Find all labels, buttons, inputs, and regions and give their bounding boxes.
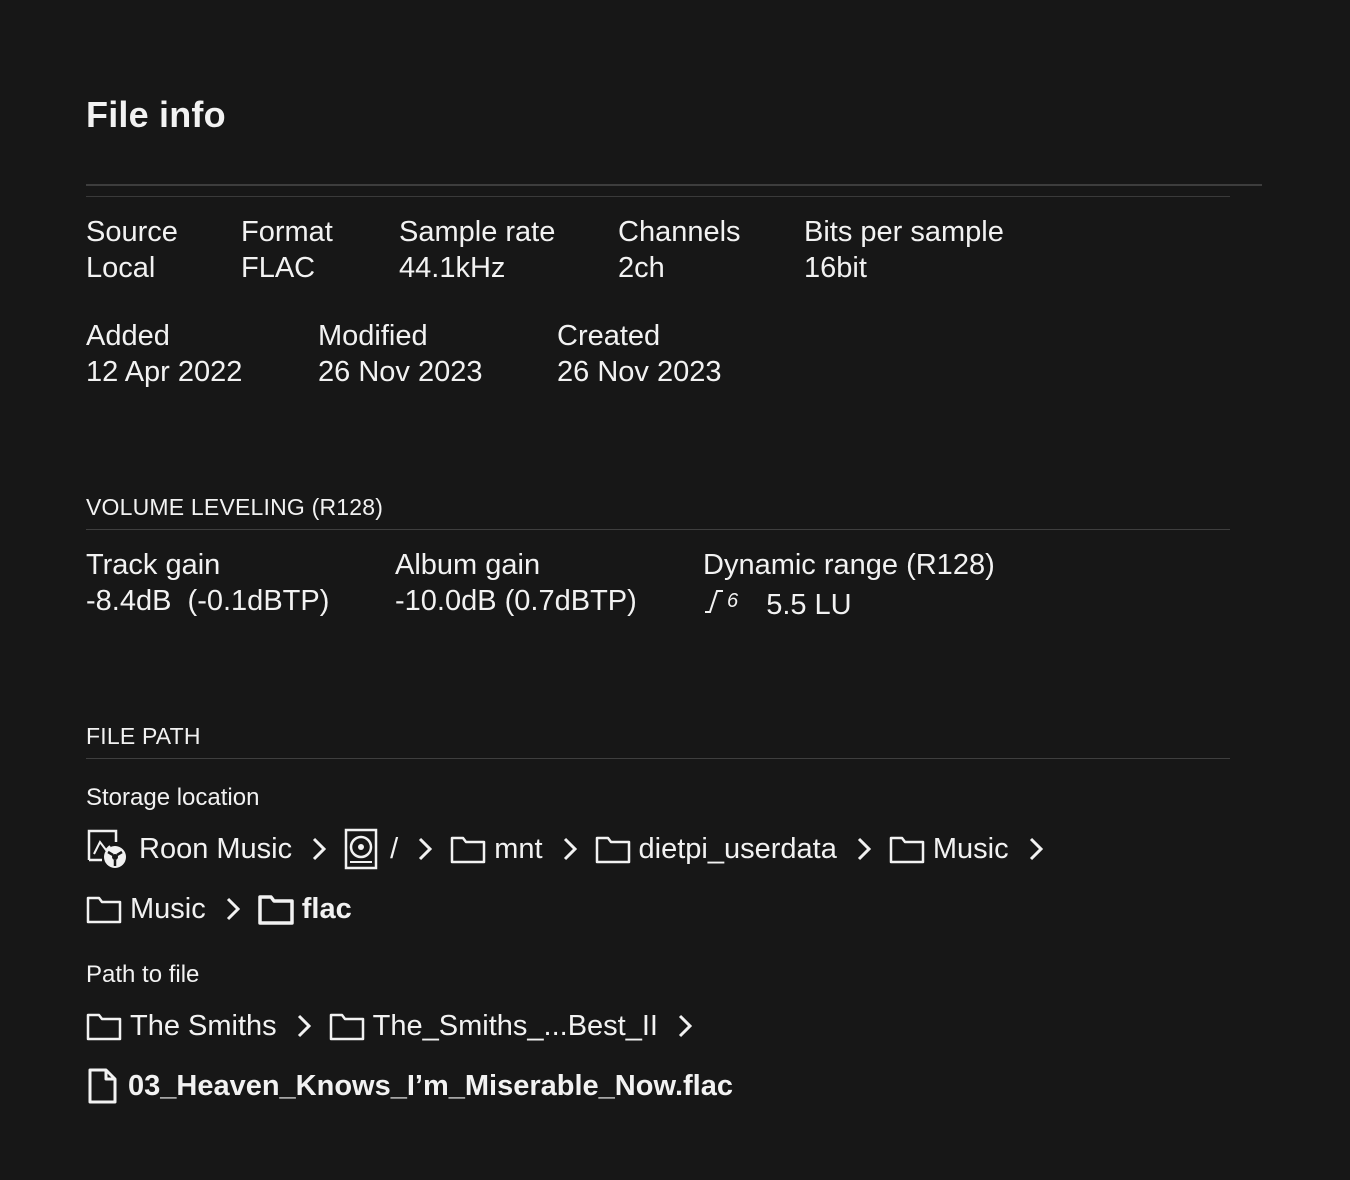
- title-divider: [86, 184, 1262, 186]
- chevron-right-icon: [857, 837, 871, 861]
- sample-rate-label: Sample rate: [399, 216, 556, 248]
- modified-label: Modified: [318, 320, 428, 352]
- crumb-root-drive[interactable]: /: [344, 828, 398, 870]
- folder-icon: [257, 893, 294, 925]
- volume-divider: [86, 529, 1230, 530]
- track-gain-value: -8.4dB (-0.1dBTP): [86, 585, 330, 617]
- channels-value: 2ch: [618, 252, 665, 284]
- bits-per-sample-value: 16bit: [804, 252, 867, 284]
- page-title: File info: [86, 94, 226, 135]
- modified-value: 26 Nov 2023: [318, 356, 483, 388]
- file-icon: [86, 1068, 118, 1104]
- chevron-right-icon: [297, 1014, 311, 1038]
- storage-breadcrumb-row-1: Roon Music / mnt dietpi_userdata Music: [86, 828, 1061, 870]
- chevron-right-icon: [1029, 837, 1043, 861]
- storage-breadcrumb-row-2: Music flac: [86, 888, 352, 930]
- format-value: FLAC: [241, 252, 316, 284]
- crumb-music[interactable]: Music: [889, 833, 1009, 866]
- crumb-label: Music: [130, 892, 206, 925]
- file-row: 03_Heaven_Knows_I’m_Miserable_Now.flac: [86, 1065, 733, 1107]
- folder-icon: [450, 834, 486, 864]
- file-name: 03_Heaven_Knows_I’m_Miserable_Now.flac: [128, 1069, 733, 1102]
- crumb-label: Roon Music: [139, 832, 293, 865]
- modified-field: Modified 26 Nov 2023: [318, 318, 482, 390]
- created-value: 26 Nov 2023: [557, 356, 722, 388]
- album-gain-field: Album gain -10.0dB (0.7dBTP): [395, 547, 637, 619]
- dynamic-range-row: 6 5.5 LU: [703, 583, 995, 623]
- channels-field: Channels 2ch: [618, 214, 741, 286]
- bits-per-sample-field: Bits per sample 16bit: [804, 214, 1004, 286]
- crumb-flac[interactable]: flac: [257, 892, 352, 926]
- drive-icon: [344, 828, 378, 870]
- dynamic-range-icon: 6: [703, 583, 738, 619]
- chevron-right-icon: [563, 837, 577, 861]
- path-to-file-label: Path to file: [86, 961, 200, 988]
- dynamic-range-label: Dynamic range (R128): [703, 549, 995, 581]
- crumb-label: mnt: [494, 832, 543, 865]
- crumb-music-2[interactable]: Music: [86, 893, 206, 926]
- album-gain-value: -10.0dB (0.7dBTP): [395, 585, 637, 617]
- dynamic-range-icon-digit: 6: [727, 590, 739, 612]
- crumb-label: /: [390, 832, 399, 865]
- crumb-label: flac: [301, 892, 352, 925]
- added-field: Added 12 Apr 2022: [86, 318, 242, 390]
- file-path-divider: [86, 758, 1230, 759]
- crumb-label: The_Smiths_...Best_II: [372, 1009, 658, 1042]
- format-label: Format: [241, 216, 333, 248]
- dynamic-range-value: 5.5 LU: [766, 589, 852, 621]
- created-field: Created 26 Nov 2023: [557, 318, 721, 390]
- channels-label: Channels: [618, 216, 741, 248]
- source-label: Source: [86, 216, 178, 248]
- crumb-label: dietpi_userdata: [638, 832, 837, 865]
- chevron-right-icon: [418, 837, 433, 861]
- bits-per-sample-label: Bits per sample: [804, 216, 1004, 248]
- crumb-the-smiths-best-ii[interactable]: The_Smiths_...Best_II: [329, 1010, 658, 1043]
- crumb-the-smiths[interactable]: The Smiths: [86, 1010, 277, 1043]
- sample-rate-field: Sample rate 44.1kHz: [399, 214, 555, 286]
- crumb-label: The Smiths: [130, 1009, 277, 1042]
- storage-location-label: Storage location: [86, 784, 260, 811]
- dynamic-range-field: Dynamic range (R128) 6 5.5 LU: [703, 547, 995, 623]
- track-gain-label: Track gain: [86, 549, 221, 581]
- folder-icon: [329, 1011, 365, 1041]
- track-gain-field: Track gain -8.4dB (-0.1dBTP): [86, 547, 329, 619]
- folder-icon: [889, 834, 925, 864]
- path-breadcrumb-row: The Smiths The_Smiths_...Best_II: [86, 1005, 710, 1047]
- crumb-label: Music: [932, 832, 1009, 865]
- roon-storage-icon: [86, 828, 130, 870]
- format-field: Format FLAC: [241, 214, 333, 286]
- source-value: Local: [86, 252, 156, 284]
- crumb-roon-music[interactable]: Roon Music: [86, 828, 292, 870]
- album-gain-label: Album gain: [395, 549, 541, 581]
- chevron-right-icon: [678, 1014, 692, 1038]
- info-divider: [86, 196, 1230, 197]
- folder-icon: [595, 834, 631, 864]
- created-label: Created: [557, 320, 661, 352]
- chevron-right-icon: [226, 897, 240, 921]
- file-path-heading: FILE PATH: [86, 723, 201, 749]
- sample-rate-value: 44.1kHz: [399, 252, 506, 284]
- volume-leveling-heading: VOLUME LEVELING (R128): [86, 494, 384, 520]
- folder-icon: [86, 894, 122, 924]
- added-value: 12 Apr 2022: [86, 356, 243, 388]
- folder-icon: [86, 1011, 122, 1041]
- chevron-right-icon: [312, 837, 327, 861]
- added-label: Added: [86, 320, 170, 352]
- crumb-mnt[interactable]: mnt: [450, 832, 543, 866]
- file-item[interactable]: 03_Heaven_Knows_I’m_Miserable_Now.flac: [86, 1068, 733, 1104]
- source-field: Source Local: [86, 214, 178, 286]
- crumb-dietpi-userdata[interactable]: dietpi_userdata: [595, 833, 837, 866]
